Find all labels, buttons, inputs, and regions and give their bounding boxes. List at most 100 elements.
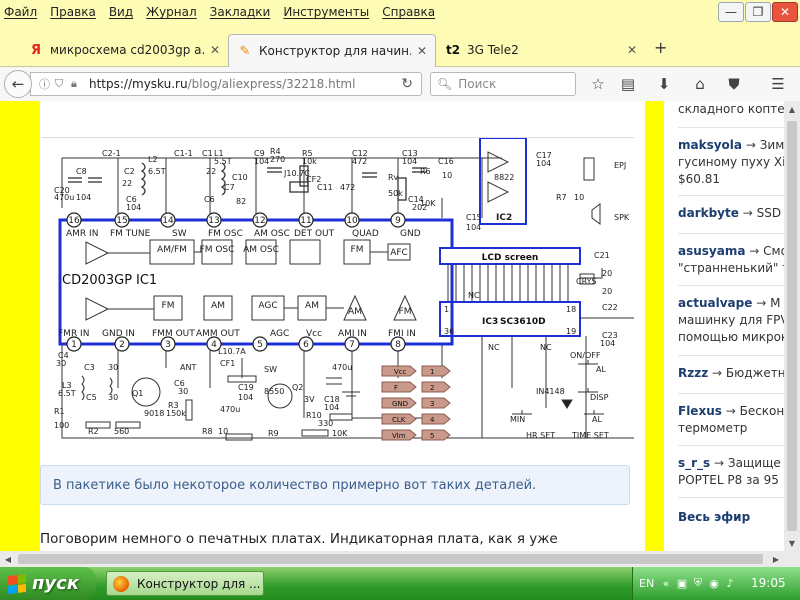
sidebar-user[interactable]: asusyama [678, 244, 745, 258]
sidebar-user[interactable]: s_r_s [678, 456, 710, 470]
sidebar-target-line[interactable]: $60.81 [678, 172, 720, 186]
sidebar-entry-3[interactable]: asusyama → Смо "странненький" т [678, 243, 784, 277]
sidebar-target-line[interactable]: термометр [678, 421, 747, 435]
taskbar-window-button[interactable]: Конструктор для ... [106, 571, 264, 596]
menu-edit[interactable]: Правка [50, 5, 96, 19]
sidebar-entry-2[interactable]: darkbyte → SSD [678, 205, 781, 222]
nav-toolbar: ⓘ ⛉ 🔒︎ https://mysku.ru/blog/aliexpress/… [0, 67, 800, 102]
pin-label-11: DET OUT [294, 229, 335, 239]
home-icon: ⌂ [695, 75, 705, 93]
url-bar[interactable]: ⓘ ⛉ 🔒︎ https://mysku.ru/blog/aliexpress/… [30, 72, 422, 96]
sidebar-target[interactable]: Защище [728, 456, 781, 470]
pin-num-14: 14 [162, 216, 174, 226]
ic3-chip-name: SC3610D [500, 317, 546, 327]
pin-num-8: 8 [395, 340, 401, 350]
info-icon[interactable]: ⓘ [39, 76, 53, 92]
sidebar-entry-5[interactable]: Rzzz → Бюджетн [678, 365, 784, 382]
sidebar-entry-4[interactable]: actualvape → М машинку для FPV помощью м… [678, 295, 784, 346]
svg-text:470u: 470u [332, 363, 352, 372]
back-button[interactable]: ← [4, 70, 32, 98]
vertical-scroll-thumb[interactable] [787, 121, 797, 531]
scroll-right-icon[interactable]: ▶ [768, 551, 784, 567]
menu-help[interactable]: Справка [382, 5, 435, 19]
tab-yandex[interactable]: Я микросхема cd2003gp а... ✕ [20, 34, 228, 66]
search-box[interactable]: 🔍︎ Поиск [430, 72, 576, 96]
lock-icon[interactable]: 🔒︎ [71, 77, 85, 91]
sidebar-live-link[interactable]: Весь эфир [678, 509, 784, 526]
sidebar-target[interactable]: SSD [757, 206, 781, 220]
bookmark-star-button[interactable]: ☆ [586, 72, 610, 96]
plus-icon: + [654, 38, 668, 57]
sidebar-target-line[interactable]: POPTEL P8 за 95 [678, 473, 779, 487]
downloads-button[interactable]: ⬇ [652, 72, 676, 96]
minimize-button[interactable]: — [718, 2, 744, 22]
scroll-left-icon[interactable]: ◀ [0, 551, 16, 567]
sidebar-target[interactable]: Бескон [740, 404, 784, 418]
sidebar-target[interactable]: Смо [763, 244, 784, 258]
pin-num-11: 11 [300, 216, 311, 226]
maximize-button[interactable]: ❐ [745, 2, 771, 22]
reading-list-button[interactable]: ▤ [616, 72, 640, 96]
horizontal-scroll-thumb[interactable] [18, 554, 763, 564]
home-button[interactable]: ⌂ [688, 72, 712, 96]
pin-num-15: 15 [116, 216, 127, 226]
sidebar-user[interactable]: maksyola [678, 138, 742, 152]
sidebar-target[interactable]: М [770, 296, 780, 310]
sidebar-target[interactable]: Зим [760, 138, 784, 152]
arrow-tray-icon[interactable]: « [659, 576, 673, 590]
svg-text:104: 104 [126, 203, 141, 212]
url-text[interactable]: https://mysku.ru/blog/aliexpress/32218.h… [89, 77, 355, 91]
sidebar-target-line[interactable]: машинку для FPV [678, 313, 784, 327]
tab-active[interactable]: ✎ Конструктор для начин... ✕ [228, 34, 436, 67]
star-icon: ☆ [591, 75, 605, 93]
scroll-up-icon[interactable]: ▲ [784, 101, 800, 117]
new-tab-button[interactable]: + [654, 38, 667, 57]
tab-bar: Я микросхема cd2003gp а... ✕ ✎ Конструкт… [0, 26, 800, 67]
shield-icon[interactable]: ⛉ [55, 77, 69, 91]
horizontal-scrollbar[interactable]: ◀ ▶ [0, 551, 784, 567]
reload-icon[interactable]: ↻ [401, 76, 413, 92]
start-button[interactable]: пуск [0, 567, 96, 600]
close-icon[interactable]: ✕ [417, 44, 427, 58]
sidebar-target-line[interactable]: помощью микрок [678, 330, 784, 344]
sidebar-entry-1[interactable]: maksyola → Зим гусиному пуху Xia $60.81 [678, 137, 784, 188]
sidebar-target[interactable]: Бюджетн [726, 366, 784, 380]
sidebar-user[interactable]: darkbyte [678, 206, 739, 220]
vertical-scrollbar[interactable]: ▲ ▼ [784, 101, 800, 551]
network-icon[interactable]: ▣ [675, 576, 689, 590]
menu-view[interactable]: Вид [109, 5, 133, 19]
back-arrow-icon: ← [11, 75, 25, 93]
sidebar-target-line[interactable]: гусиному пуху Xia [678, 155, 784, 169]
sidebar-entry-7[interactable]: s_r_s → Защище POPTEL P8 за 95 [678, 455, 781, 489]
menu-history[interactable]: Журнал [146, 5, 197, 19]
pocket-button[interactable]: ⛊ [722, 72, 746, 96]
menu-button[interactable]: ☰ [766, 72, 790, 96]
menu-tools[interactable]: Инструменты [283, 5, 369, 19]
close-window-button[interactable]: ✕ [772, 2, 798, 22]
firefox-icon [113, 575, 129, 592]
speaker-icon[interactable]: ♪ [723, 576, 737, 590]
sidebar-user[interactable]: actualvape [678, 296, 752, 310]
live-link-label[interactable]: Весь эфир [678, 510, 750, 524]
search-placeholder: Поиск [458, 77, 497, 91]
sidebar-target-line[interactable]: "странненький" т [678, 261, 784, 275]
menu-bookmarks[interactable]: Закладки [210, 5, 271, 19]
svg-text:Rv: Rv [388, 173, 399, 182]
menu-file[interactable]: Файл [4, 5, 37, 19]
svg-text:20: 20 [602, 269, 612, 278]
sidebar-entry-0[interactable]: складного коптера [678, 101, 784, 118]
close-icon[interactable]: ✕ [627, 43, 637, 57]
block-afc: AFC [390, 248, 408, 258]
close-icon[interactable]: ✕ [210, 43, 220, 57]
sidebar-user[interactable]: Rzzz [678, 366, 708, 380]
sidebar-entry-6[interactable]: Flexus → Бескон термометр [678, 403, 784, 437]
block-fm-mix: FM [162, 301, 175, 311]
language-indicator[interactable]: EN [639, 577, 654, 590]
tab-tele2[interactable]: t2 3G Tele2 ✕ [437, 34, 645, 66]
shield-tray-icon[interactable]: ⛨ [691, 576, 705, 590]
scroll-down-icon[interactable]: ▼ [784, 535, 800, 551]
app-tray-icon[interactable]: ◉ [707, 576, 721, 590]
svg-text:C22: C22 [602, 303, 618, 312]
sidebar-user[interactable]: Flexus [678, 404, 722, 418]
clock[interactable]: 19:05 [751, 576, 786, 590]
